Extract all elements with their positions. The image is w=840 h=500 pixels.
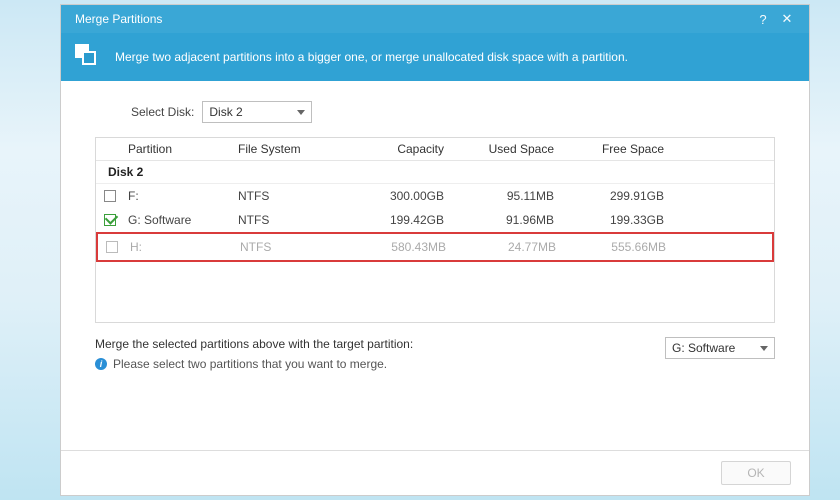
select-disk-dropdown[interactable]: Disk 2 — [202, 101, 312, 123]
titlebar: Merge Partitions ? ✕ — [61, 5, 809, 33]
row-checkbox[interactable] — [104, 214, 116, 226]
row-free: 299.91GB — [568, 189, 678, 203]
select-disk-value: Disk 2 — [209, 105, 242, 119]
ok-button[interactable]: OK — [721, 461, 791, 485]
partition-table: Partition File System Capacity Used Spac… — [95, 137, 775, 323]
row-used: 91.96MB — [458, 213, 568, 227]
table-row[interactable]: F: NTFS 300.00GB 95.11MB 299.91GB — [96, 184, 774, 208]
col-free: Free Space — [568, 142, 678, 156]
table-row[interactable]: G: Software NTFS 199.42GB 91.96MB 199.33… — [96, 208, 774, 232]
merge-partitions-dialog: Merge Partitions ? ✕ Merge two adjacent … — [60, 4, 810, 496]
footer: OK — [61, 450, 809, 495]
info-text: Please select two partitions that you wa… — [113, 357, 387, 371]
row-fs: NTFS — [238, 189, 348, 203]
close-icon[interactable]: ✕ — [775, 11, 799, 27]
help-icon[interactable]: ? — [751, 12, 775, 27]
info-line: i Please select two partitions that you … — [95, 357, 413, 371]
select-disk-row: Select Disk: Disk 2 — [131, 101, 775, 123]
highlighted-row-frame: H: NTFS 580.43MB 24.77MB 555.66MB — [96, 232, 774, 262]
row-checkbox[interactable] — [106, 241, 118, 253]
table-row[interactable]: H: NTFS 580.43MB 24.77MB 555.66MB — [98, 234, 772, 260]
row-partition: F: — [128, 189, 139, 203]
table-header: Partition File System Capacity Used Spac… — [96, 138, 774, 161]
target-partition-dropdown[interactable]: G: Software — [665, 337, 775, 359]
row-checkbox[interactable] — [104, 190, 116, 202]
select-disk-label: Select Disk: — [131, 105, 194, 119]
row-free: 555.66MB — [570, 240, 680, 254]
row-capacity: 580.43MB — [350, 240, 460, 254]
content-area: Select Disk: Disk 2 Partition File Syste… — [61, 81, 809, 450]
row-used: 95.11MB — [458, 189, 568, 203]
info-icon: i — [95, 358, 107, 370]
row-free: 199.33GB — [568, 213, 678, 227]
col-capacity: Capacity — [348, 142, 458, 156]
merge-icon — [75, 44, 101, 70]
target-partition-value: G: Software — [672, 341, 735, 355]
bottom-area: Merge the selected partitions above with… — [95, 337, 775, 371]
merge-target-label: Merge the selected partitions above with… — [95, 337, 413, 351]
row-fs: NTFS — [238, 213, 348, 227]
chevron-down-icon — [760, 346, 768, 351]
group-header: Disk 2 — [96, 161, 774, 184]
row-partition: G: Software — [128, 213, 191, 227]
row-capacity: 300.00GB — [348, 189, 458, 203]
row-used: 24.77MB — [460, 240, 570, 254]
banner: Merge two adjacent partitions into a big… — [61, 33, 809, 81]
chevron-down-icon — [297, 110, 305, 115]
row-fs: NTFS — [240, 240, 350, 254]
bottom-left: Merge the selected partitions above with… — [95, 337, 413, 371]
banner-text: Merge two adjacent partitions into a big… — [115, 50, 628, 64]
col-used: Used Space — [458, 142, 568, 156]
col-partition: Partition — [128, 142, 238, 156]
row-partition: H: — [130, 240, 142, 254]
window-title: Merge Partitions — [75, 12, 751, 26]
col-filesystem: File System — [238, 142, 348, 156]
row-capacity: 199.42GB — [348, 213, 458, 227]
